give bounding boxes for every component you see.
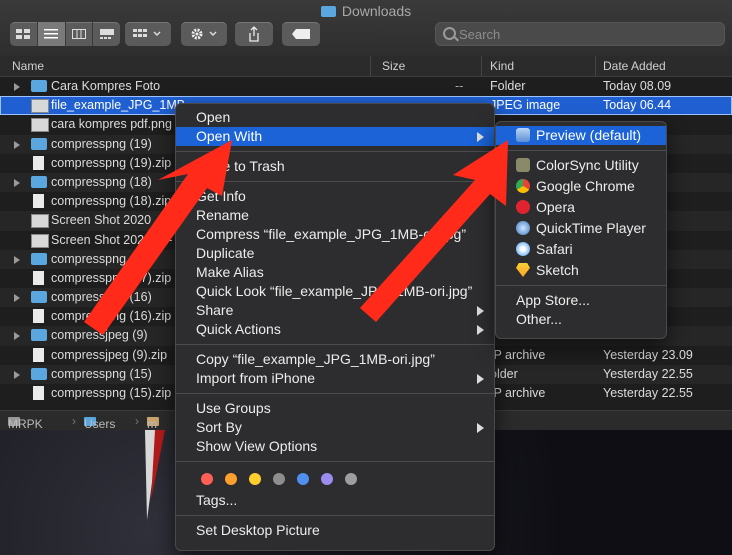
annotation-arrow-right	[360, 140, 508, 322]
annotation-arrows	[84, 140, 508, 335]
annotation-arrow-left	[84, 140, 232, 335]
